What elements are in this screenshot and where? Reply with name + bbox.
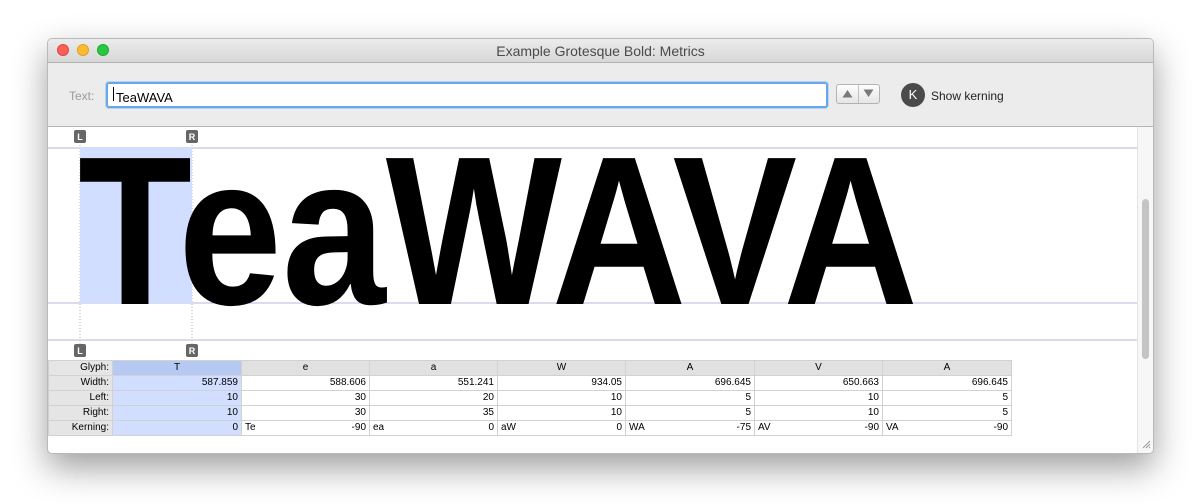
text-label: Text: [69, 89, 95, 103]
kerning-value: 0 [488, 422, 494, 433]
width-cell[interactable]: 934.05 [497, 375, 626, 391]
glyph-cell[interactable]: V [754, 360, 883, 376]
left-cell[interactable]: 5 [882, 390, 1012, 406]
right-cell[interactable]: 5 [625, 405, 755, 421]
kerning-value: -90 [864, 422, 879, 433]
text-input-value: TeaWAVA [116, 90, 173, 105]
row-label-width: Width: [48, 375, 113, 391]
kerning-cell-content: 0 [116, 422, 238, 435]
previous-glyph-button[interactable] [837, 85, 859, 103]
window-title: Example Grotesque Bold: Metrics [496, 43, 705, 59]
kerning-cell-content: Te -90 [245, 422, 366, 435]
text-input[interactable]: TeaWAVA [106, 82, 828, 108]
right-cell[interactable]: 35 [369, 405, 498, 421]
left-cell[interactable]: 5 [625, 390, 755, 406]
metrics-row-width: Width: 587.859 588.606 551.241 934.05 696.645… [48, 375, 1012, 391]
glyph-cell[interactable]: A [882, 360, 1012, 376]
left-marker-top-label: L [77, 132, 83, 142]
kerning-cell[interactable]: 0 [112, 420, 242, 436]
width-cell[interactable]: 650.663 [754, 375, 883, 391]
glyph-cell[interactable]: T [112, 360, 242, 376]
text-caret [113, 87, 114, 101]
show-kerning-label[interactable]: Show kerning [931, 89, 1004, 103]
glyph-cell[interactable]: A [625, 360, 755, 376]
right-cell[interactable]: 10 [754, 405, 883, 421]
sample-text: TeaWAVA [78, 127, 918, 349]
metrics-row-glyph: Glyph: Te a W A V A [48, 360, 1012, 376]
width-cell[interactable]: 696.645 [625, 375, 755, 391]
title-bar[interactable]: Example Grotesque Bold: Metrics [48, 39, 1153, 63]
kerning-pair: AV [758, 422, 771, 433]
right-cell[interactable]: 10 [112, 405, 242, 421]
row-label-right: Right: [48, 405, 113, 421]
kerning-value: 0 [232, 422, 238, 433]
metrics-row-right: Right: 10 30 35 10 5 10 5 [48, 405, 1012, 421]
left-marker-bottom-label: L [77, 346, 83, 356]
metrics-row-kerning: Kerning: 0 Te -90 ea 0 aW 0 WA -75 AV -90 VA -90 [48, 420, 1012, 436]
kerning-cell-content: ea 0 [373, 422, 494, 435]
kerning-pair: Te [245, 422, 256, 433]
width-cell[interactable]: 587.859 [112, 375, 242, 391]
width-cell[interactable]: 696.645 [882, 375, 1012, 391]
kerning-cell[interactable]: VA -90 [882, 420, 1012, 436]
glyph-stepper[interactable] [836, 84, 880, 104]
metrics-row-left: Left: 10 30 20 10 5 10 5 [48, 390, 1012, 406]
glyph-cell[interactable]: e [241, 360, 370, 376]
kerning-cell-content: VA -90 [886, 422, 1008, 435]
glyph-cell[interactable]: W [497, 360, 626, 376]
kerning-cell[interactable]: aW 0 [497, 420, 626, 436]
glyph-cell[interactable]: a [369, 360, 498, 376]
row-label-kerning: Kerning: [48, 420, 113, 436]
left-cell[interactable]: 10 [497, 390, 626, 406]
toolbar: Text: TeaWAVA K Show kerning [48, 63, 1153, 127]
show-kerning-toggle[interactable]: K [901, 83, 925, 107]
kerning-cell[interactable]: ea 0 [369, 420, 498, 436]
row-label-glyph: Glyph: [48, 360, 113, 376]
row-label-left: Left: [48, 390, 113, 406]
resize-grip-icon[interactable] [1141, 439, 1151, 449]
left-cell[interactable]: 10 [112, 390, 242, 406]
kerning-pair: WA [629, 422, 645, 433]
next-glyph-button[interactable] [858, 85, 879, 103]
kerning-cell[interactable]: WA -75 [625, 420, 755, 436]
kerning-value: 0 [616, 422, 622, 433]
kerning-pair: VA [886, 422, 899, 433]
metrics-window: Example Grotesque Bold: Metrics Text: Te… [47, 38, 1154, 454]
right-cell[interactable]: 5 [882, 405, 1012, 421]
kerning-value: -90 [993, 422, 1008, 433]
width-cell[interactable]: 588.606 [241, 375, 370, 391]
kerning-pair: ea [373, 422, 385, 433]
width-cell[interactable]: 551.241 [369, 375, 498, 391]
kerning-cell-content: WA -75 [629, 422, 751, 435]
kerning-cell[interactable]: AV -90 [754, 420, 883, 436]
kerning-value: -90 [351, 422, 366, 433]
right-marker-bottom-label: R [189, 346, 196, 356]
right-cell[interactable]: 30 [241, 405, 370, 421]
kerning-value: -75 [736, 422, 751, 433]
left-cell[interactable]: 10 [754, 390, 883, 406]
left-cell[interactable]: 30 [241, 390, 370, 406]
scrollbar-thumb[interactable] [1142, 199, 1149, 359]
right-marker-top-label: R [189, 132, 196, 142]
kerning-cell-content: aW 0 [501, 422, 622, 435]
kerning-cell-content: AV -90 [758, 422, 879, 435]
triangle-up-icon [842, 90, 853, 98]
vertical-scrollbar[interactable] [1137, 127, 1153, 453]
kerning-pair: aW [501, 422, 516, 433]
triangle-down-icon [863, 89, 874, 97]
right-cell[interactable]: 10 [497, 405, 626, 421]
left-cell[interactable]: 20 [369, 390, 498, 406]
kerning-cell[interactable]: Te -90 [241, 420, 370, 436]
metrics-table[interactable]: Glyph: Te a W A V A Width: 587.859 588.606 551.241… [48, 360, 1012, 436]
glyph-preview[interactable]: TeaWAVA L R L R Glyph: Te a W A V A Width: 587.8… [48, 127, 1137, 449]
